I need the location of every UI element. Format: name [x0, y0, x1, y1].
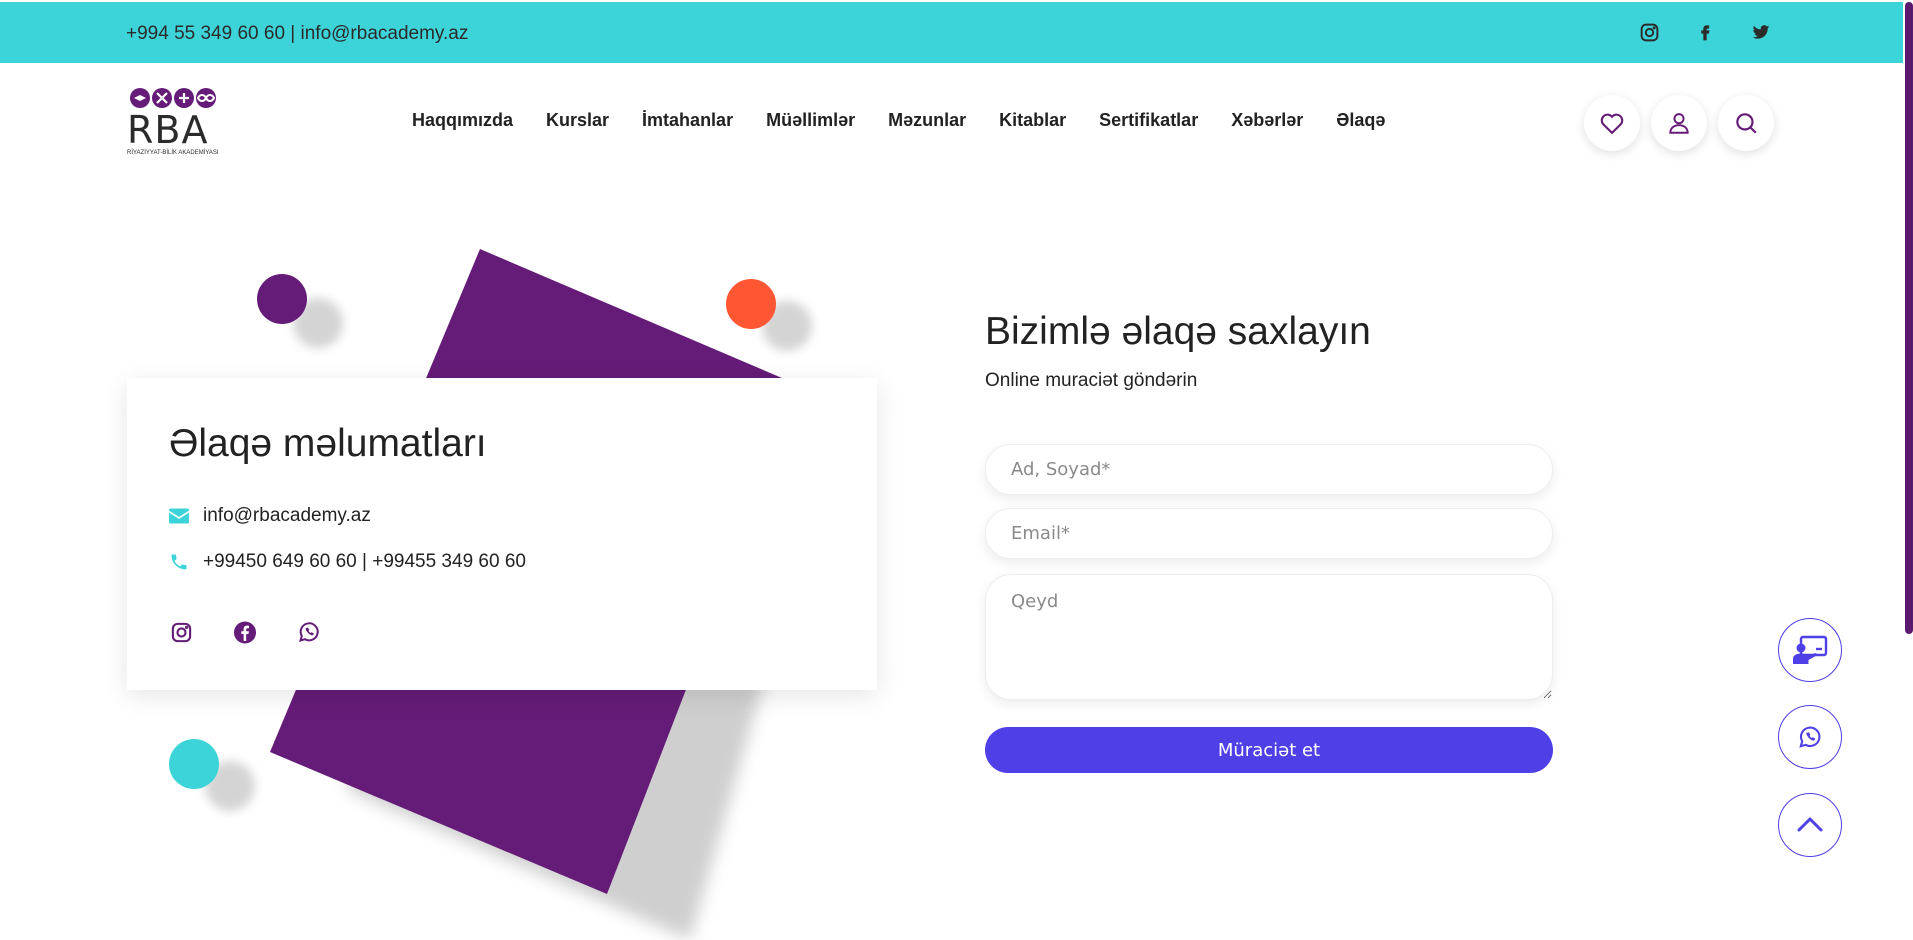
nav-item-news[interactable]: Xəbərlər [1231, 110, 1303, 131]
decor-red-dot [726, 279, 776, 329]
chevron-up-icon [1797, 817, 1823, 832]
instagram-icon[interactable] [1637, 20, 1661, 44]
nav-item-contact[interactable]: Əlaqə [1336, 110, 1385, 131]
nav-item-teachers[interactable]: Müəllimlər [766, 110, 855, 131]
scroll-to-top-button[interactable] [1778, 793, 1842, 857]
nav-item-courses[interactable]: Kurslar [546, 110, 609, 131]
nav-item-graduates[interactable]: Məzunlar [888, 110, 966, 131]
contact-card-title: Əlaqə məlumatları [169, 422, 487, 465]
decor-teal-dot [169, 739, 219, 789]
submit-button[interactable]: Müraciət et [985, 727, 1553, 773]
email-input[interactable] [985, 508, 1553, 559]
contact-social-links [169, 620, 321, 644]
logo[interactable]: RBA RİYAZİYYAT-BİLİK AKADEMİYASI [126, 86, 232, 158]
facebook-icon[interactable] [233, 620, 257, 644]
decor-purple-dot [257, 274, 307, 324]
note-textarea[interactable] [985, 574, 1553, 700]
name-input[interactable] [985, 444, 1553, 495]
form-title: Bizimlə əlaqə saxlayın [985, 310, 1371, 353]
account-button[interactable] [1651, 95, 1707, 151]
top-bar: +994 55 349 60 60 | info@rbacademy.az [0, 2, 1903, 63]
page-scrollbar[interactable] [1903, 0, 1913, 940]
facebook-icon[interactable] [1693, 20, 1717, 44]
mail-icon [169, 508, 189, 524]
wishlist-button[interactable] [1584, 95, 1640, 151]
contact-info-card: Əlaqə məlumatları info@rbacademy.az +994… [127, 378, 877, 690]
phone-icon [171, 554, 187, 570]
form-subtitle: Online muraciət göndərin [985, 370, 1198, 391]
online-lesson-icon [1793, 635, 1828, 664]
main-nav: Haqqımızda Kurslar İmtahanlar Müəllimlər… [412, 110, 1385, 131]
heart-icon [1600, 113, 1624, 135]
search-button[interactable] [1718, 95, 1774, 151]
contact-phones[interactable]: +99450 649 60 60 | +99455 349 60 60 [203, 551, 526, 573]
twitter-icon[interactable] [1749, 20, 1773, 44]
whatsapp-icon [1799, 726, 1821, 748]
nav-item-certificates[interactable]: Sertifikatlar [1099, 110, 1198, 131]
user-icon [1669, 113, 1689, 134]
instagram-icon[interactable] [169, 620, 193, 644]
search-icon [1736, 113, 1757, 134]
logo-tagline: RİYAZİYYAT-BİLİK AKADEMİYASI [127, 150, 219, 156]
contact-phone-row: +99450 649 60 60 | +99455 349 60 60 [169, 551, 526, 573]
scrollbar-thumb[interactable] [1905, 2, 1913, 634]
contact-email-row: info@rbacademy.az [169, 505, 371, 527]
nav-item-exams[interactable]: İmtahanlar [642, 110, 733, 131]
nav-item-books[interactable]: Kitablar [999, 110, 1066, 131]
logo-initials: RBA [127, 108, 209, 152]
whatsapp-icon[interactable] [297, 620, 321, 644]
contact-email[interactable]: info@rbacademy.az [203, 505, 371, 527]
header-actions [1584, 95, 1774, 151]
nav-item-about[interactable]: Haqqımızda [412, 110, 513, 131]
whatsapp-button[interactable] [1778, 705, 1842, 769]
top-contact-text: +994 55 349 60 60 | info@rbacademy.az [126, 23, 469, 44]
top-social-links [1637, 20, 1773, 44]
online-lesson-button[interactable] [1778, 618, 1842, 682]
